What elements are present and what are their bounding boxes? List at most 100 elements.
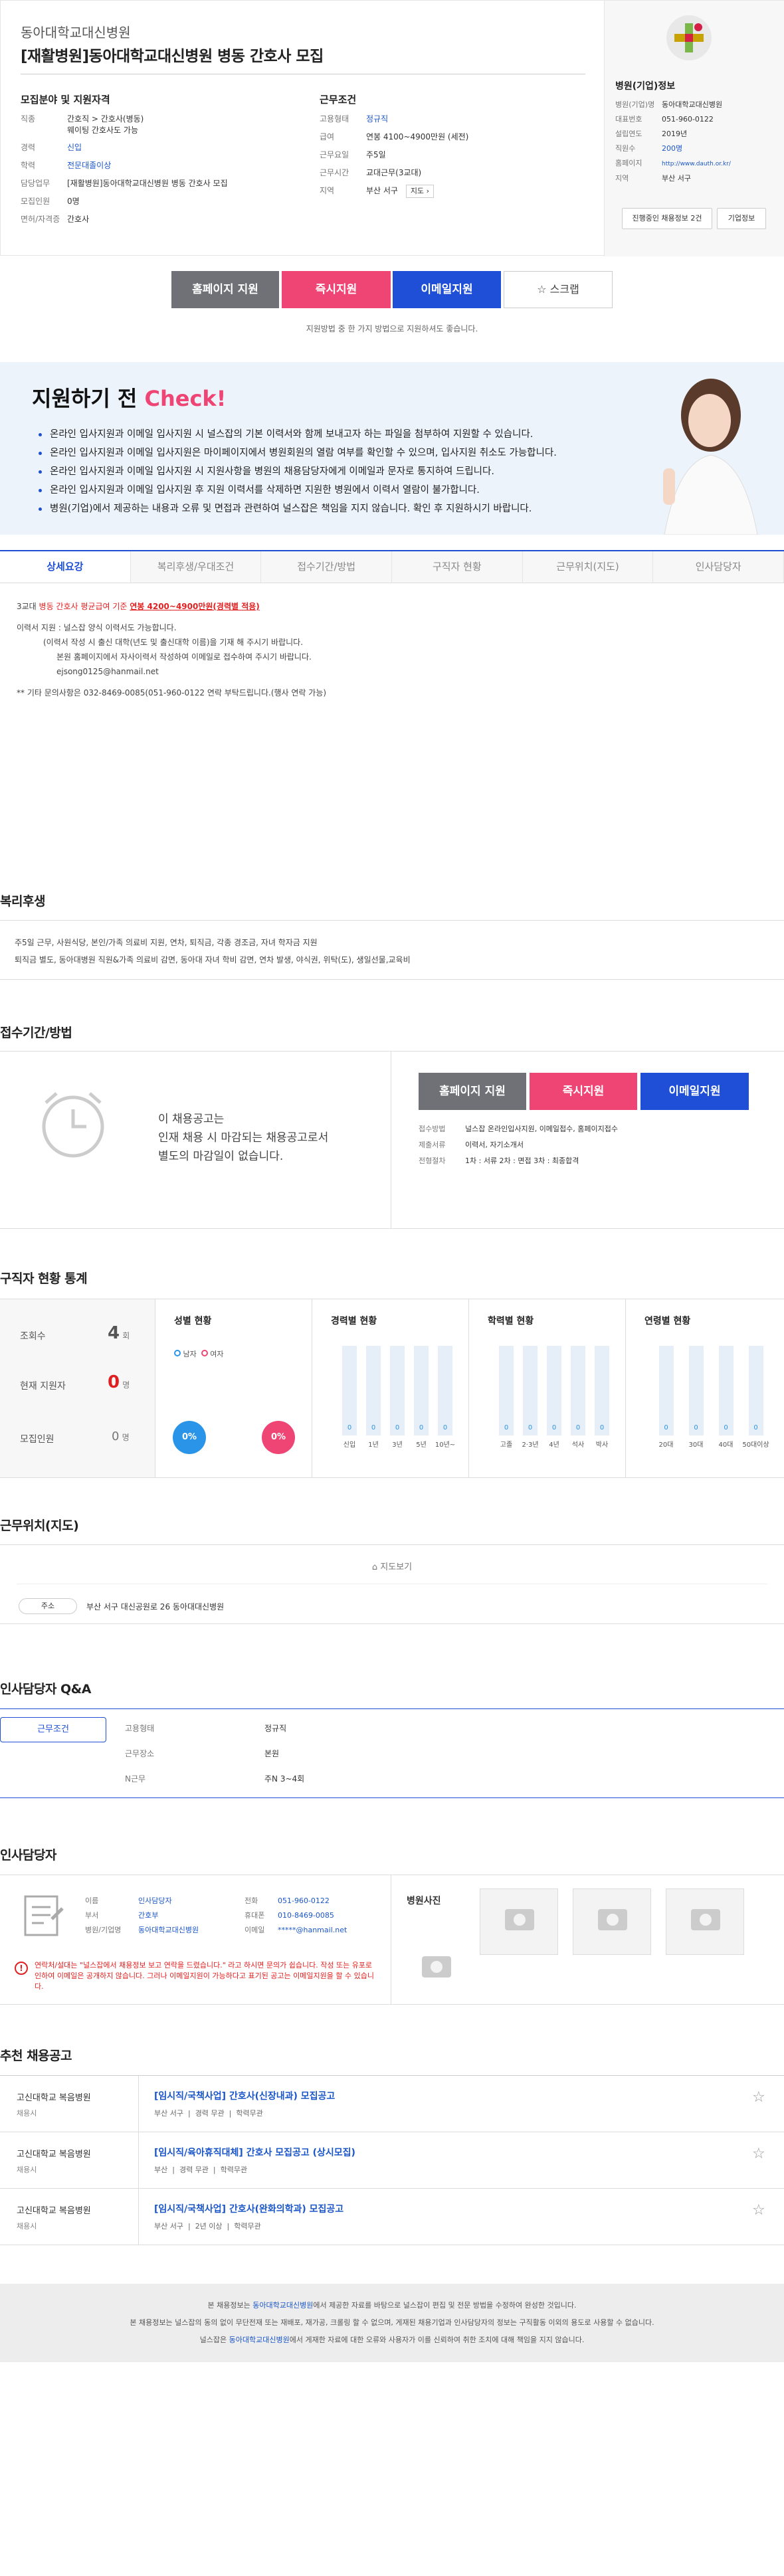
stat-bar-value: 0 (528, 1424, 533, 1431)
footer-company-link[interactable]: 동아대학교대신병원 (229, 2336, 290, 2344)
qa-row: 근무장소 본원 (125, 1741, 304, 1766)
check-item-text: 온라인 입사지원과 이메일 입사지원 시 널스잡의 기본 이력서와 함께 보내고… (50, 429, 534, 440)
rec-company[interactable]: 고신대학교 복음병원 (17, 2147, 91, 2160)
instant-apply-button[interactable]: 즉시지원 (282, 271, 391, 308)
homepage-link[interactable]: http://www.dauth.or.kr/ (662, 161, 731, 167)
stat-bar: 0 (342, 1346, 357, 1435)
detail-text: 병동 간호사 평균급여 기준 (39, 602, 130, 611)
company-info-button[interactable]: 기업정보 (717, 208, 766, 229)
qa-key: N근무 (125, 1774, 146, 1784)
welfare-line: 주5일 근무, 사원식당, 본인/가족 의료비 지원, 연차, 퇴직금, 각종 … (15, 938, 318, 947)
star-icon[interactable]: ☆ (752, 2202, 765, 2219)
views-unit: 회 (122, 1331, 130, 1340)
qual-key: 면허/자격증 (21, 215, 60, 224)
map-view-button[interactable]: ⌂ 지도보기 (0, 1560, 784, 1572)
hr-key: 이름 (85, 1896, 99, 1905)
period-key: 제출서류 (419, 1141, 446, 1149)
hospital-row: 대표번호 051-960-0122 (615, 112, 731, 127)
qual-heading: 모집분야 및 지원자격 (21, 94, 110, 106)
detail-line: 이력서 지원 : 널스잡 양식 이력서도 가능합니다. (17, 623, 177, 632)
rec-title[interactable]: [임시직/국책사업] 간호사(신장내과) 모집공고 (154, 2089, 335, 2102)
period-msg: 인재 채용 시 마감되는 채용공고로서 (158, 1131, 329, 1145)
tab-location[interactable]: 근무위치(지도) (523, 551, 654, 583)
applicants-count: 0 명 (108, 1372, 130, 1392)
check-item-text: 온라인 입사지원과 이메일 입사지원 시 지원사항을 병원의 채용담당자에게 이… (50, 466, 494, 477)
footer-text: 에서 제공한 자료를 바탕으로 널스잡이 편집 및 전문 방법을 수정하여 완성… (313, 2301, 577, 2310)
qual-list: 직종 간호직 > 간호사(병동) 웨이팅 간호사도 가능 경력 신입 학력 전문대졸이… (21, 110, 228, 229)
tab-period[interactable]: 접수기간/방법 (261, 551, 393, 583)
qual-row: 학력 전문대졸이상 (21, 157, 228, 175)
address-value: 부산 서구 대신공원로 26 동아대대신병원 (86, 1602, 225, 1611)
stat-bar-label: 4년 (549, 1441, 559, 1449)
camera-icon (422, 1956, 451, 1978)
hr-key: 휴대폰 (245, 1911, 265, 1920)
stat-bar-label: 30대 (688, 1441, 704, 1449)
stat-bar-label: 신입 (343, 1441, 356, 1449)
qual-value: 간호사 (67, 215, 90, 224)
star-icon[interactable]: ☆ (752, 2146, 765, 2162)
qual-value: 전문대졸이상 (67, 161, 112, 170)
tab-welfare[interactable]: 복리후생/우대조건 (131, 551, 262, 583)
hospital-value: 200명 (662, 144, 683, 153)
footer-company-link[interactable]: 동아대학교대신병원 (252, 2301, 313, 2310)
email-apply-button[interactable]: 이메일지원 (393, 271, 501, 308)
list-item[interactable]: 고신대학교 복음병원 채용시 [임시직/육아휴직대체] 간호사 모집공고 (상시… (0, 2132, 784, 2189)
ongoing-jobs-button[interactable]: 진행중인 채용정보 2건 (622, 208, 712, 229)
hr-info-left: 이름 인사담당자 부서 간호부 병원/기업명 동아대학교대신병원 (85, 1894, 199, 1938)
list-item[interactable]: 고신대학교 복음병원 채용시 [임시직/국책사업] 간호사(완화의학과) 모집공… (0, 2189, 784, 2245)
rec-title[interactable]: [임시직/육아휴직대체] 간호사 모집공고 (상시모집) (154, 2146, 355, 2159)
cond-value: 정규직 (366, 114, 389, 124)
rec-type: 채용시 (17, 2222, 37, 2231)
company-name[interactable]: 동아대학교대신병원 (21, 22, 131, 41)
qa-row: 고용형태 정규직 (125, 1716, 304, 1741)
rec-company[interactable]: 고신대학교 복음병원 (17, 2203, 91, 2216)
hr-key: 병원/기업명 (85, 1926, 122, 1934)
hr-info-right: 전화 051-960-0122 휴대폰 010-8469-0085 이메일 *****… (245, 1894, 347, 1938)
hr-row: 부서 간호부 (85, 1908, 199, 1923)
map-button[interactable]: 지도 › (405, 185, 434, 198)
qa-tab-conditions[interactable]: 근무조건 (0, 1717, 106, 1742)
address-label: 주소 (19, 1598, 77, 1614)
stat-bar-label: 1년 (368, 1441, 379, 1449)
apply-note: 지원방법 중 한 가지 방법으로 지원하셔도 좋습니다. (306, 324, 478, 333)
hr-title: 인사담당자 (0, 1848, 56, 1863)
map-view-label: 지도보기 (380, 1562, 413, 1572)
camera-icon (505, 1909, 534, 1930)
hospital-key: 설립연도 (615, 130, 642, 138)
period-message: 이 채용공고는 인재 채용 시 마감되는 채용공고로서 별도의 마감일이 없습니다. (158, 1110, 328, 1166)
tab-details[interactable]: 상세요강 (0, 551, 131, 583)
check-title-accent: Check! (144, 386, 227, 411)
hr-key: 이메일 (245, 1926, 265, 1934)
photo-slot[interactable] (480, 1888, 558, 1955)
photo-slot[interactable] (666, 1888, 744, 1955)
rec-meta-item: 학력무관 (220, 2165, 248, 2174)
rec-company[interactable]: 고신대학교 복음병원 (17, 2090, 91, 2103)
period-row: 접수방법 널스잡 온라인입사지원, 이메일접수, 홈페이지접수 (419, 1121, 618, 1137)
cond-row: 급여 연봉 4100~4900만원 (세전) (320, 128, 468, 146)
instant-apply-button[interactable]: 즉시지원 (530, 1073, 637, 1110)
list-item[interactable]: 고신대학교 복음병원 채용시 [임시직/국책사업] 간호사(신장내과) 모집공고… (0, 2076, 784, 2132)
stat-bar-value: 0 (442, 1424, 448, 1431)
email-apply-button[interactable]: 이메일지원 (640, 1073, 749, 1110)
stat-bar: 0 (366, 1346, 381, 1435)
period-msg: 이 채용공고는 (158, 1113, 225, 1126)
scrap-button[interactable]: ☆ 스크랩 (504, 271, 613, 308)
photo-slot[interactable] (573, 1888, 651, 1955)
stat-bar-value: 0 (395, 1424, 400, 1431)
hr-row: 병원/기업명 동아대학교대신병원 (85, 1923, 199, 1938)
rec-title[interactable]: [임시직/국책사업] 간호사(완화의학과) 모집공고 (154, 2202, 343, 2215)
star-icon: ☆ (537, 283, 547, 296)
recruit-label: 모집인원 (20, 1434, 54, 1445)
homepage-apply-button[interactable]: 홈페이지 지원 (419, 1073, 526, 1110)
homepage-apply-button[interactable]: 홈페이지 지원 (171, 271, 279, 308)
edu-chart: 0 고졸 0 2·3년 0 4년 0 석사 0 박사 (494, 1346, 614, 1449)
gender-panel: 성별 현황 남자 여자 0% 0% (155, 1299, 312, 1477)
tab-hr[interactable]: 인사담당자 (653, 551, 784, 583)
stat-bar-label: 50대이상 (742, 1441, 769, 1449)
stat-bar: 0 (718, 1346, 734, 1435)
star-icon[interactable]: ☆ (752, 2089, 765, 2106)
edu-title: 학력별 현황 (488, 1316, 534, 1327)
qa-row: N근무 주N 3~4회 (125, 1766, 304, 1792)
tab-stats[interactable]: 구직자 현황 (392, 551, 523, 583)
detail-text: 3교대 (17, 602, 39, 611)
